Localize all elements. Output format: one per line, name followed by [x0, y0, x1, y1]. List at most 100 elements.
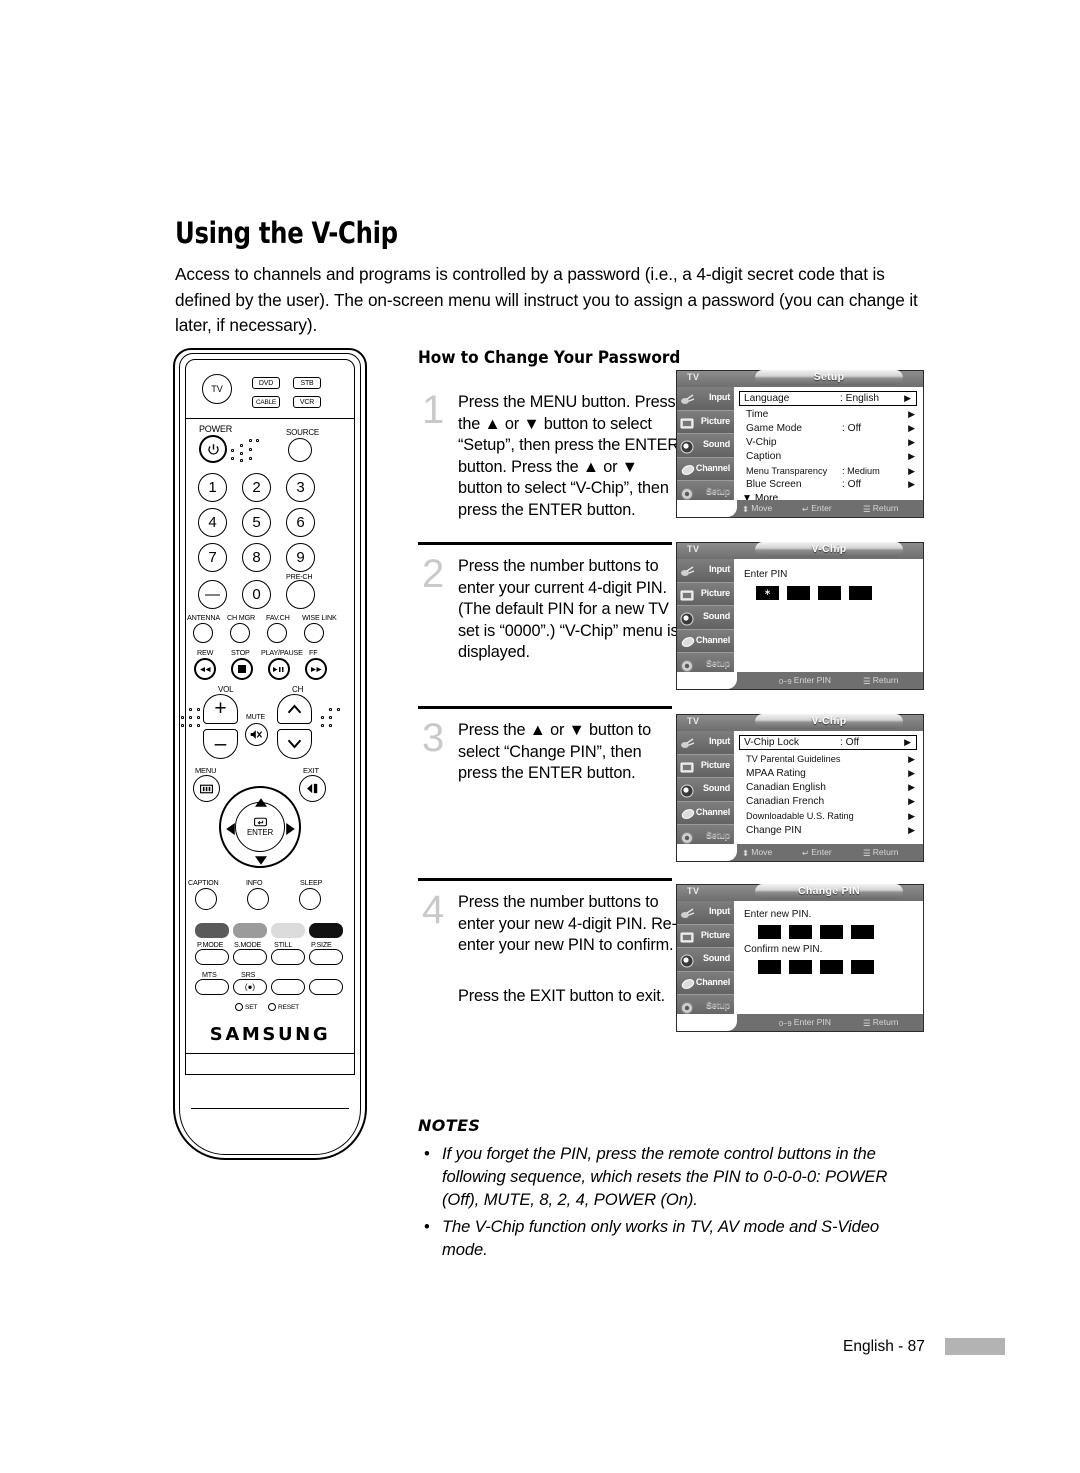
menu-row[interactable]: V-Chip Lock: Off ▶	[739, 735, 917, 750]
remote-still-button[interactable]	[271, 949, 305, 965]
sidebar-item-input[interactable]: Input	[677, 559, 734, 583]
menu-row[interactable]: Blue Screen: Off ▶	[742, 478, 920, 492]
remote-num-0[interactable]: 0	[242, 580, 271, 609]
remote-rew-button[interactable]	[194, 658, 216, 680]
sidebar-item-channel[interactable]: Channel	[677, 801, 734, 825]
remote-num-3[interactable]: 3	[286, 473, 315, 502]
remote-num-9[interactable]: 9	[286, 543, 315, 572]
menu-row[interactable]: V-Chip ▶	[742, 436, 920, 450]
remote-sleep-button[interactable]	[299, 888, 321, 910]
menu-row[interactable]: MPAA Rating ▶	[742, 767, 920, 781]
remote-color-key-2[interactable]	[233, 923, 267, 938]
remote-ch-up-button[interactable]	[277, 694, 312, 724]
remote-color-key-1[interactable]	[195, 923, 229, 938]
menu-row[interactable]: Time ▶	[742, 408, 920, 422]
remote-color-key-3[interactable]	[271, 923, 305, 938]
pin-digit-box[interactable]	[851, 925, 874, 939]
pin-digit-box[interactable]	[849, 586, 872, 600]
sidebar-item-input[interactable]: Input	[677, 901, 734, 925]
remote-playpause-button[interactable]	[268, 658, 290, 680]
remote-wiselink-button[interactable]	[304, 623, 324, 643]
pin-digit-box[interactable]	[818, 586, 841, 600]
remote-pmode-button[interactable]	[195, 949, 229, 965]
remote-antenna-button[interactable]	[193, 623, 213, 643]
remote-ff-button[interactable]	[305, 658, 327, 680]
remote-color-key-4[interactable]	[309, 923, 343, 938]
remote-set-button[interactable]	[235, 1003, 243, 1011]
remote-num-4[interactable]: 4	[198, 508, 227, 537]
menu-row[interactable]: Menu Transparency: Medium ▶	[742, 465, 920, 479]
remote-num-8[interactable]: 8	[242, 543, 271, 572]
sidebar-item-sound[interactable]: Sound	[677, 948, 734, 972]
remote-source-button[interactable]	[288, 438, 312, 462]
sidebar-item-picture[interactable]: Picture	[677, 410, 734, 434]
remote-blank-button-2[interactable]	[309, 979, 343, 995]
remote-tv-button[interactable]: TV	[202, 374, 232, 404]
remote-blank-button-1[interactable]	[271, 979, 305, 995]
menu-row[interactable]: Language: English ▶	[739, 391, 917, 406]
dpad-down-icon[interactable]	[255, 852, 267, 870]
remote-psize-button[interactable]	[309, 949, 343, 965]
menu-row[interactable]: TV Parental Guidelines ▶	[742, 753, 920, 767]
remote-num-5[interactable]: 5	[242, 508, 271, 537]
dpad-right-icon[interactable]	[286, 822, 295, 840]
sidebar-item-channel[interactable]: Channel	[677, 457, 734, 481]
remote-num-2[interactable]: 2	[242, 473, 271, 502]
remote-smode-button[interactable]	[233, 949, 267, 965]
sidebar-item-sound[interactable]: Sound	[677, 434, 734, 458]
pin-digit-box[interactable]: ∗	[756, 586, 779, 600]
sidebar-label: Picture	[700, 929, 730, 940]
menu-row[interactable]: Change PIN ▶	[742, 824, 920, 838]
menu-row[interactable]: Caption ▶	[742, 450, 920, 464]
sidebar-item-picture[interactable]: Picture	[677, 754, 734, 778]
menu-row[interactable]: Downloadable U.S. Rating ▶	[742, 810, 920, 824]
remote-cable-button[interactable]: CABLE	[252, 396, 280, 408]
sidebar-item-input[interactable]: Input	[677, 731, 734, 755]
remote-num-7[interactable]: 7	[198, 543, 227, 572]
remote-prech-button[interactable]	[286, 580, 315, 609]
pin-digit-box[interactable]	[787, 586, 810, 600]
pin-digit-box-confirm[interactable]	[820, 960, 843, 974]
menu-row[interactable]: Game Mode: Off ▶	[742, 422, 920, 436]
menu-row-label: Change PIN	[746, 825, 802, 836]
remote-chmgr-button[interactable]	[230, 623, 250, 643]
remote-num-6[interactable]: 6	[286, 508, 315, 537]
tv-menu-vchip-pin: TV V-Chip Input Picture Sound Channel Se…	[676, 542, 924, 690]
remote-num-1[interactable]: 1	[198, 473, 227, 502]
remote-vcr-button[interactable]: VCR	[293, 396, 321, 408]
remote-stb-button[interactable]: STB	[293, 377, 321, 389]
remote-power-button[interactable]	[199, 435, 227, 463]
dpad-left-icon[interactable]	[226, 822, 235, 840]
remote-favch-button[interactable]	[267, 623, 287, 643]
remote-stop-button[interactable]	[231, 658, 253, 680]
pin-digit-box-confirm[interactable]	[789, 960, 812, 974]
remote-mts-button[interactable]	[195, 979, 229, 995]
sidebar-item-sound[interactable]: Sound	[677, 606, 734, 630]
sidebar-item-channel[interactable]: Channel	[677, 971, 734, 995]
sidebar-item-channel[interactable]: Channel	[677, 629, 734, 653]
remote-reset-button[interactable]	[268, 1003, 276, 1011]
remote-vol-up-button[interactable]: +	[203, 694, 238, 724]
step-text: Press the MENU button. Press the ▲ or ▼ …	[458, 393, 679, 519]
remote-dvd-button[interactable]: DVD	[252, 377, 280, 389]
sidebar-item-picture[interactable]: Picture	[677, 582, 734, 606]
remote-info-button[interactable]	[247, 888, 269, 910]
remote-menu-button[interactable]	[193, 775, 220, 802]
pin-digit-box[interactable]	[789, 925, 812, 939]
menu-row[interactable]: Canadian French ▶	[742, 795, 920, 809]
remote-srs-button[interactable]: (●)	[233, 979, 267, 995]
sidebar-item-input[interactable]: Input	[677, 387, 734, 411]
sidebar-item-picture[interactable]: Picture	[677, 924, 734, 948]
pin-digit-box[interactable]	[820, 925, 843, 939]
sidebar-item-sound[interactable]: Sound	[677, 778, 734, 802]
remote-dash-button[interactable]: —	[198, 580, 227, 609]
pin-digit-box-confirm[interactable]	[851, 960, 874, 974]
remote-caption-button[interactable]	[195, 888, 217, 910]
dpad-up-icon[interactable]	[255, 794, 267, 812]
pin-digit-box[interactable]	[758, 925, 781, 939]
remote-mute-button[interactable]	[245, 723, 268, 746]
remote-exit-button[interactable]	[299, 775, 326, 802]
menu-row[interactable]: Canadian English ▶	[742, 781, 920, 795]
num-label: 9	[296, 549, 305, 566]
pin-digit-box-confirm[interactable]	[758, 960, 781, 974]
